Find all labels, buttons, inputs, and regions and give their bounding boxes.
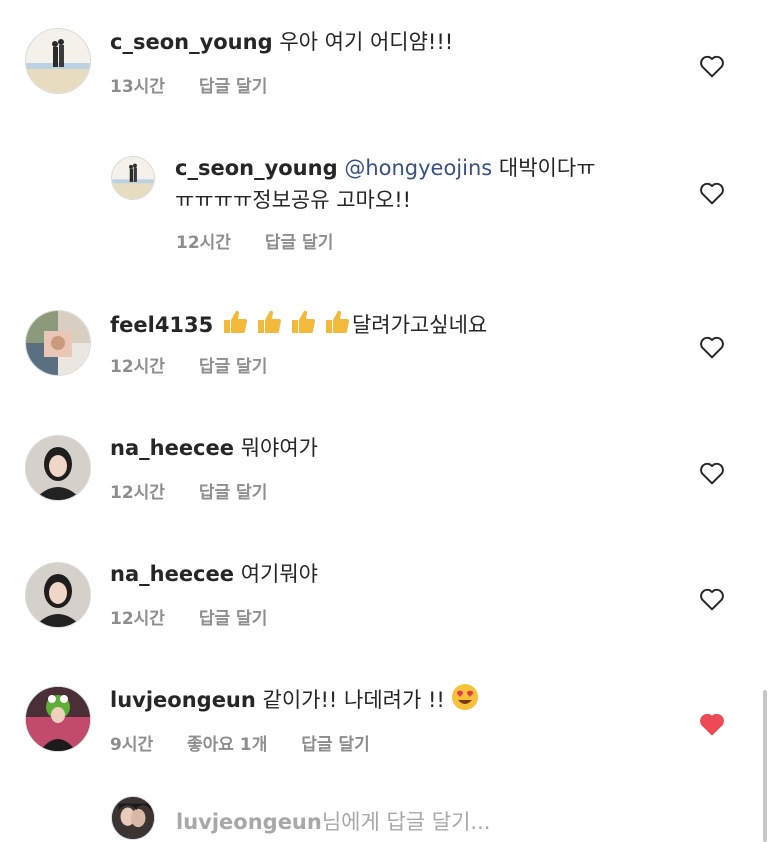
- comment-time: 12시간: [110, 357, 165, 377]
- comment-time: 13시간: [110, 77, 165, 97]
- comment-username[interactable]: na_heecee: [110, 436, 234, 460]
- heart-filled-icon[interactable]: [699, 712, 725, 736]
- reply-button[interactable]: 답글 달기: [301, 735, 369, 755]
- scrollbar[interactable]: [763, 690, 767, 842]
- comment-text: 우아 여기 어디얌!!!: [279, 30, 454, 54]
- avatar[interactable]: [25, 310, 91, 376]
- avatar: [111, 796, 155, 840]
- avatar[interactable]: [25, 562, 91, 628]
- comment-time: 9시간: [110, 735, 154, 755]
- reply-button[interactable]: 답글 달기: [199, 357, 267, 377]
- avatar[interactable]: [111, 156, 155, 200]
- comment-username[interactable]: luvjeongeun: [110, 688, 256, 712]
- comment-text: ㅠㅠㅠㅠ정보공유 고마오!!: [175, 188, 412, 212]
- reply-button[interactable]: 답글 달기: [199, 609, 267, 629]
- mention-link[interactable]: @hongyeojins: [344, 156, 492, 180]
- comment-text: 뭐야여가: [240, 436, 318, 460]
- heart-eyes-emoji-icon: [451, 683, 479, 720]
- reply-input-placeholder: 님에게 답글 달기...: [321, 810, 491, 834]
- comment-username[interactable]: c_seon_young: [175, 156, 338, 180]
- avatar[interactable]: [25, 435, 91, 501]
- comment-time: 12시간: [110, 483, 165, 503]
- reply-button[interactable]: 답글 달기: [199, 77, 267, 97]
- comment-text: 같이가!! 나데려가 !!: [262, 688, 445, 712]
- heart-icon[interactable]: [699, 335, 725, 359]
- comment-username[interactable]: na_heecee: [110, 562, 234, 586]
- comment-username[interactable]: c_seon_young: [110, 30, 273, 54]
- heart-icon[interactable]: [699, 587, 725, 611]
- comment-time: 12시간: [110, 609, 165, 629]
- reply-button[interactable]: 답글 달기: [265, 233, 333, 253]
- reply-input[interactable]: luvjeongeun님에게 답글 달기...: [176, 806, 490, 836]
- heart-icon[interactable]: [699, 181, 725, 205]
- comment-username[interactable]: feel4135: [110, 313, 213, 337]
- reply-button[interactable]: 답글 달기: [199, 483, 267, 503]
- avatar[interactable]: [25, 686, 91, 752]
- heart-icon[interactable]: [699, 54, 725, 78]
- likes-count[interactable]: 좋아요 1개: [187, 735, 267, 755]
- comment-text: 여기뭐야: [240, 562, 318, 586]
- heart-icon[interactable]: [699, 461, 725, 485]
- thumbs-up-icon: [220, 308, 352, 345]
- avatar[interactable]: [25, 28, 91, 94]
- comment-text: 달려가고싶네요: [351, 313, 488, 337]
- comment-time: 12시간: [176, 233, 231, 253]
- reply-input-username: luvjeongeun: [176, 810, 322, 834]
- comment-text: 대박이다ㅠ: [498, 156, 596, 180]
